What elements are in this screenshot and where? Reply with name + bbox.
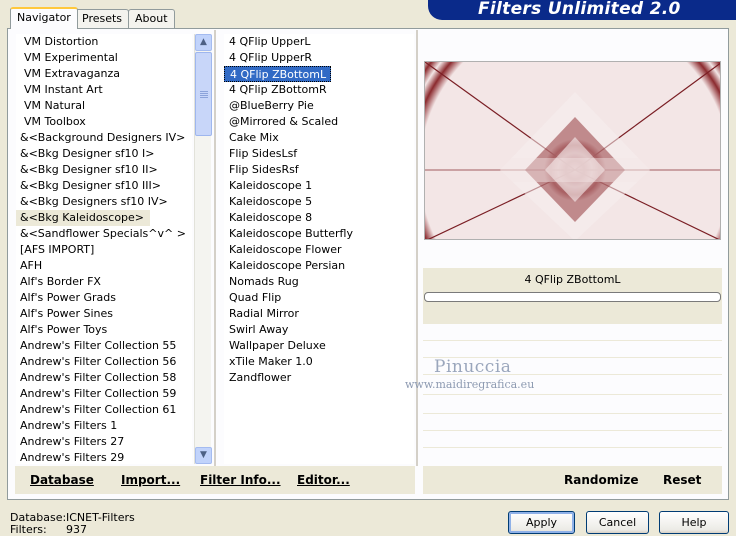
preview-filter-name: 4 QFlip ZBottomL [524, 273, 621, 286]
filter-info-button[interactable]: Filter Info... [200, 473, 281, 487]
help-button[interactable]: Help [659, 511, 729, 534]
category-item[interactable]: Alf's Power Sines [16, 306, 192, 322]
database-button[interactable]: Database [30, 473, 94, 487]
category-item[interactable]: &<Sandflower Specials^v^ > [16, 226, 192, 242]
row-line [423, 340, 722, 341]
category-item[interactable]: Alf's Border FX [16, 274, 192, 290]
category-item[interactable]: VM Experimental [16, 50, 192, 66]
filter-item[interactable]: Zandflower [224, 370, 414, 386]
filter-item[interactable]: Cake Mix [224, 130, 414, 146]
filter-item[interactable]: Nomads Rug [224, 274, 414, 290]
scroll-down-icon[interactable]: ▼ [195, 447, 212, 464]
filter-item[interactable]: Kaleidoscope 8 [224, 210, 414, 226]
category-list[interactable]: VM Distortion VM Experimental VM Extravaga… [16, 34, 192, 464]
category-item[interactable]: VM Instant Art [16, 82, 192, 98]
randomize-button[interactable]: Randomize [564, 473, 638, 487]
filter-item[interactable]: 4 QFlip ZBottomR [224, 82, 414, 98]
filters-info: Filters: 937 [10, 523, 87, 536]
column-divider [416, 30, 418, 466]
watermark-name: Pinuccia [434, 357, 512, 377]
filter-item[interactable]: 4 QFlip UpperL [224, 34, 414, 50]
filter-item[interactable]: Flip SidesLsf [224, 146, 414, 162]
category-item[interactable]: Alf's Power Grads [16, 290, 192, 306]
category-item[interactable]: &<Bkg Designer sf10 III> [16, 178, 192, 194]
filter-item[interactable]: Kaleidoscope 1 [224, 178, 414, 194]
category-item[interactable]: Andrew's Filter Collection 55 [16, 338, 192, 354]
tab-navigator[interactable]: Navigator [10, 7, 78, 29]
category-item[interactable]: Andrew's Filter Collection 56 [16, 354, 192, 370]
category-item[interactable]: AFH [16, 258, 192, 274]
category-item[interactable]: &<Bkg Designer sf10 II> [16, 162, 192, 178]
apply-button[interactable]: Apply [508, 511, 575, 534]
filter-item[interactable]: Swirl Away [224, 322, 414, 338]
category-item[interactable]: &<Bkg Kaleidoscope> [16, 210, 151, 226]
filter-item[interactable]: Kaleidoscope Flower [224, 242, 414, 258]
tab-presets[interactable]: Presets [75, 9, 130, 28]
category-item[interactable]: [AFS IMPORT] [16, 242, 192, 258]
left-toolbar: Database Import... Filter Info... Editor… [15, 466, 415, 494]
category-item[interactable]: Andrew's Filter Collection 59 [16, 386, 192, 402]
category-item[interactable]: &<Background Designers IV> [16, 130, 192, 146]
row-line [423, 447, 722, 448]
filter-item[interactable]: Flip SidesRsf [224, 162, 414, 178]
category-item[interactable]: &<Bkg Designer sf10 I> [16, 146, 192, 162]
progress-bar [424, 292, 721, 302]
row-line [423, 394, 722, 395]
scroll-up-icon[interactable]: ▲ [195, 34, 212, 51]
filter-item[interactable]: Quad Flip [224, 290, 414, 306]
filter-item[interactable]: Kaleidoscope Persian [224, 258, 414, 274]
row-line [423, 430, 722, 431]
category-item[interactable]: VM Extravaganza [16, 66, 192, 82]
category-item[interactable]: VM Distortion [16, 34, 192, 50]
filter-name-strip: 4 QFlip ZBottomL [423, 268, 722, 324]
filter-list[interactable]: 4 QFlip UpperL 4 QFlip UpperR 4 QFlip ZBot… [224, 34, 414, 464]
category-item[interactable]: VM Natural [16, 98, 192, 114]
scroll-thumb[interactable] [195, 52, 212, 136]
filters-label: Filters: [10, 523, 47, 536]
filters-value: 937 [66, 523, 87, 536]
right-toolbar: Randomize Reset [423, 466, 722, 494]
category-item[interactable]: Andrew's Filter Collection 58 [16, 370, 192, 386]
filter-item[interactable]: Kaleidoscope 5 [224, 194, 414, 210]
category-item[interactable]: Andrew's Filters 29 [16, 450, 192, 464]
category-item[interactable]: Andrew's Filter Collection 61 [16, 402, 192, 418]
editor-button[interactable]: Editor... [297, 473, 350, 487]
filter-item[interactable]: 4 QFlip ZBottomL [224, 66, 332, 82]
filter-item[interactable]: Kaleidoscope Butterfly [224, 226, 414, 242]
tab-about[interactable]: About [128, 9, 175, 28]
filter-item[interactable]: 4 QFlip UpperR [224, 50, 414, 66]
category-item[interactable]: Andrew's Filters 1 [16, 418, 192, 434]
filter-item[interactable]: xTile Maker 1.0 [224, 354, 414, 370]
import-button[interactable]: Import... [121, 473, 180, 487]
filter-item[interactable]: @Mirrored & Scaled [224, 114, 414, 130]
filter-item[interactable]: @BlueBerry Pie [224, 98, 414, 114]
cancel-button[interactable]: Cancel [586, 511, 649, 534]
watermark-url: www.maidiregrafica.eu [405, 378, 535, 391]
column-divider [214, 30, 216, 466]
filter-item[interactable]: Wallpaper Deluxe [224, 338, 414, 354]
category-scrollbar[interactable]: ▲ ▼ [194, 34, 212, 464]
category-item[interactable]: Andrew's Filters 27 [16, 434, 192, 450]
filter-item[interactable]: Radial Mirror [224, 306, 414, 322]
category-item[interactable]: Alf's Power Toys [16, 322, 192, 338]
title-banner: Filters Unlimited 2.0 [428, 0, 736, 20]
filter-preview [424, 61, 721, 240]
category-item[interactable]: VM Toolbox [16, 114, 192, 130]
row-line [423, 413, 722, 414]
reset-button[interactable]: Reset [663, 473, 701, 487]
app-title: Filters Unlimited 2.0 [478, 0, 681, 19]
category-item[interactable]: &<Bkg Designers sf10 IV> [16, 194, 192, 210]
